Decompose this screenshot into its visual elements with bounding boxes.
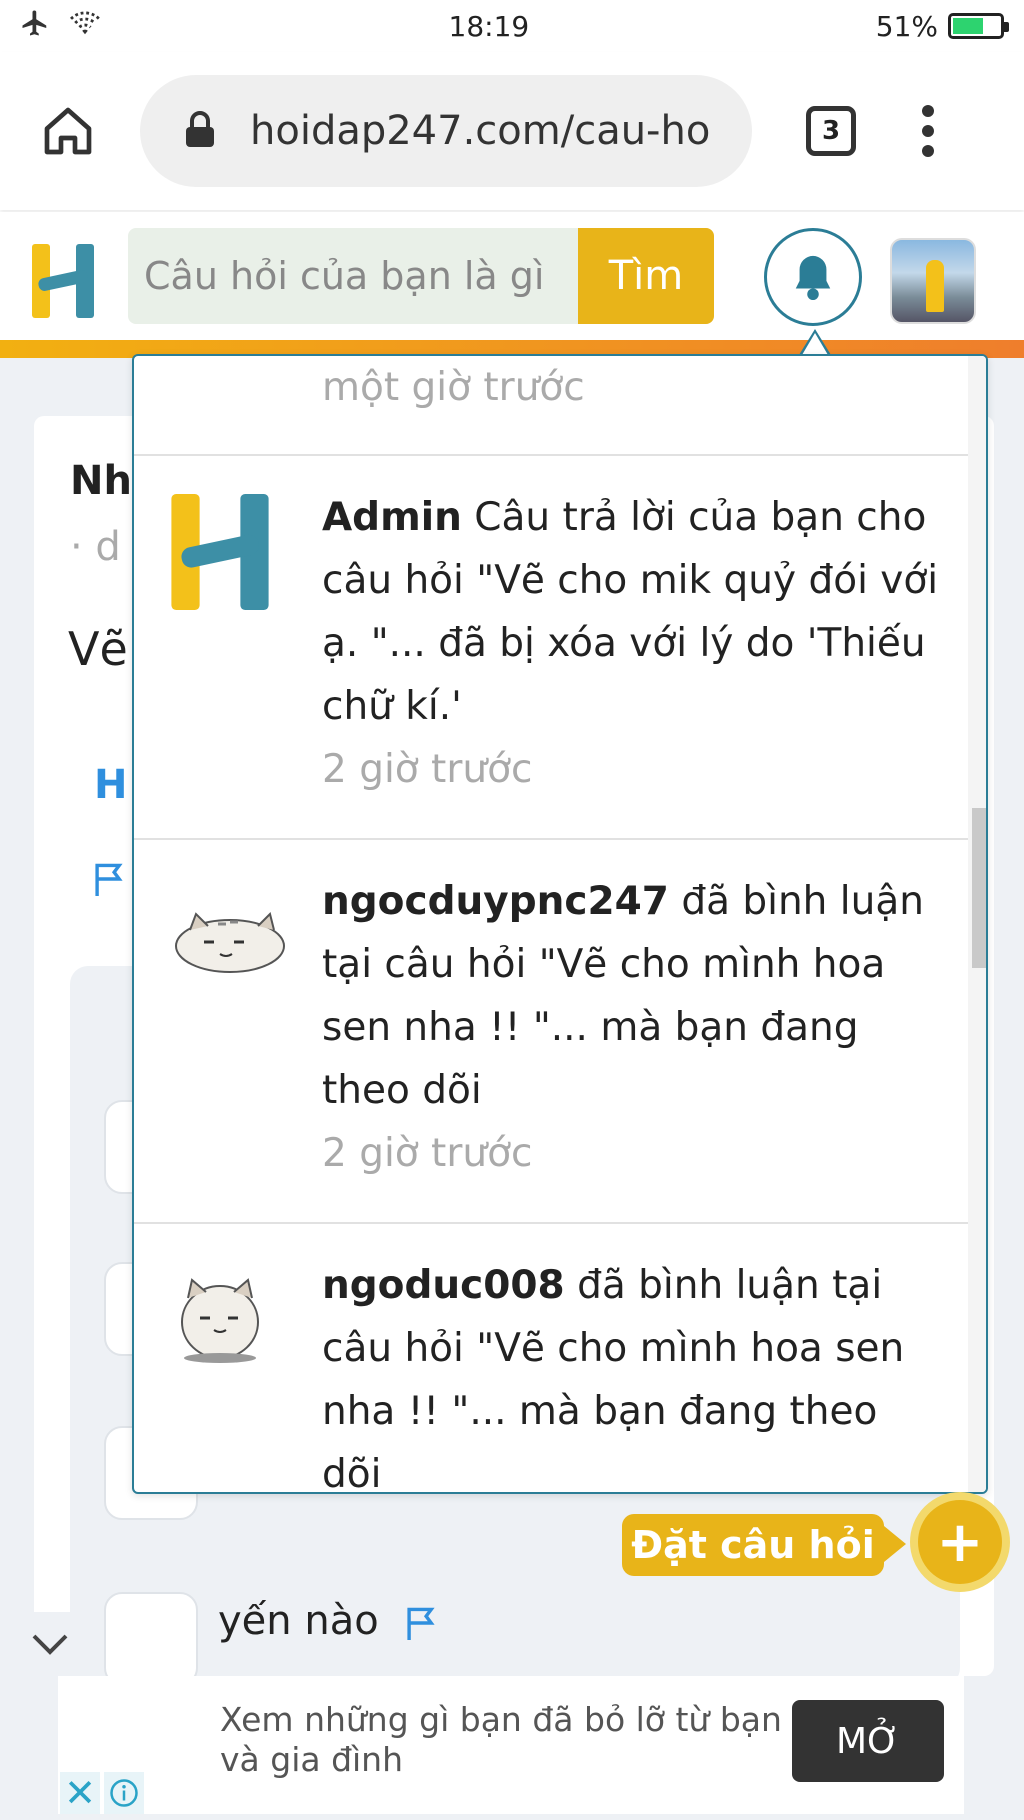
ad-banner[interactable]: Xem những gì bạn đã bỏ lỡ từ bạn bè và g… xyxy=(58,1676,964,1814)
report-flag-icon[interactable] xyxy=(404,1604,438,1646)
notification-item-partial[interactable]: một giờ trước xyxy=(134,356,970,456)
hoidap-logo-icon xyxy=(170,494,280,610)
question-text-fragment: Vẽ xyxy=(68,622,128,676)
notification-user[interactable]: Admin xyxy=(322,495,462,540)
report-flag-icon[interactable] xyxy=(92,860,126,902)
tab-switcher-button[interactable]: 3 xyxy=(806,106,856,156)
wifi-icon xyxy=(68,9,102,44)
dropdown-caret xyxy=(799,329,831,355)
ad-text: Xem những gì bạn đã bỏ lỡ từ bạn bè và g… xyxy=(220,1700,834,1779)
airplane-icon xyxy=(20,8,50,45)
question-search-input[interactable]: Câu hỏi của bạn là gì xyxy=(128,228,578,324)
notification-time: một giờ trước xyxy=(322,365,585,410)
status-time: 18:19 xyxy=(448,9,530,43)
answer-text: yến nào xyxy=(218,1598,379,1644)
answer-avatar xyxy=(104,1592,198,1686)
battery-percent: 51% xyxy=(875,9,938,43)
kebab-dot xyxy=(922,105,934,117)
notification-user[interactable]: ngoduc008 xyxy=(322,1263,565,1308)
browser-toolbar: hoidap247.com/cau-ho 3 xyxy=(0,52,1024,210)
notification-body: Admin Câu trả lời của bạn cho câu hỏi "V… xyxy=(322,486,942,801)
question-title-fragment: Nh xyxy=(70,458,132,504)
cat-sticker-icon xyxy=(170,1260,280,1370)
url-text: hoidap247.com/cau-ho xyxy=(250,108,711,154)
scrollbar-thumb[interactable] xyxy=(972,808,986,968)
status-bar: 18:19 51% xyxy=(0,0,1024,52)
kebab-dot xyxy=(922,125,934,137)
notification-item[interactable]: ngocduypnc247 đã bình luận tại câu hỏi "… xyxy=(134,840,970,1224)
battery-icon xyxy=(948,13,1009,39)
notification-item[interactable]: ngoduc008 đã bình luận tại câu hỏi "Vẽ c… xyxy=(134,1224,970,1492)
lock-icon xyxy=(184,111,216,151)
user-avatar-button[interactable] xyxy=(890,238,976,324)
answer-link-fragment[interactable]: H xyxy=(94,762,127,808)
close-icon[interactable]: ✕ xyxy=(60,1771,100,1815)
notification-item[interactable]: Admin Câu trả lời của bạn cho câu hỏi "V… xyxy=(134,456,970,840)
notification-body: ngoduc008 đã bình luận tại câu hỏi "Vẽ c… xyxy=(322,1254,942,1492)
notification-body: ngocduypnc247 đã bình luận tại câu hỏi "… xyxy=(322,870,942,1185)
bell-icon xyxy=(795,255,831,300)
collapse-ad-button[interactable] xyxy=(0,1612,100,1676)
notification-user[interactable]: ngocduypnc247 xyxy=(322,879,669,924)
search-button[interactable]: Tìm xyxy=(578,228,714,324)
status-icons-left xyxy=(20,8,102,45)
ad-open-button[interactable]: MỞ xyxy=(792,1700,944,1782)
browser-menu-button[interactable] xyxy=(922,105,934,157)
kebab-dot xyxy=(922,145,934,157)
cat-sticker-icon xyxy=(170,878,285,988)
ask-question-button[interactable]: + xyxy=(910,1492,1010,1592)
info-icon[interactable] xyxy=(104,1772,144,1814)
notifications-dropdown: một giờ trước Admin Câu trả lời của bạn … xyxy=(132,354,988,1494)
notification-time: 2 giờ trước xyxy=(322,1131,533,1176)
home-icon xyxy=(44,107,92,155)
notification-time: 2 giờ trước xyxy=(322,747,533,792)
address-bar[interactable]: hoidap247.com/cau-ho xyxy=(140,75,752,187)
site-logo[interactable] xyxy=(32,244,94,318)
notifications-button[interactable] xyxy=(764,228,862,326)
ask-question-label[interactable]: Đặt câu hỏi xyxy=(622,1514,906,1576)
home-button[interactable] xyxy=(30,93,106,169)
question-meta-fragment: · d xyxy=(70,524,121,570)
chevron-down-icon xyxy=(32,1634,68,1655)
dropdown-scrollbar[interactable] xyxy=(968,356,986,1492)
